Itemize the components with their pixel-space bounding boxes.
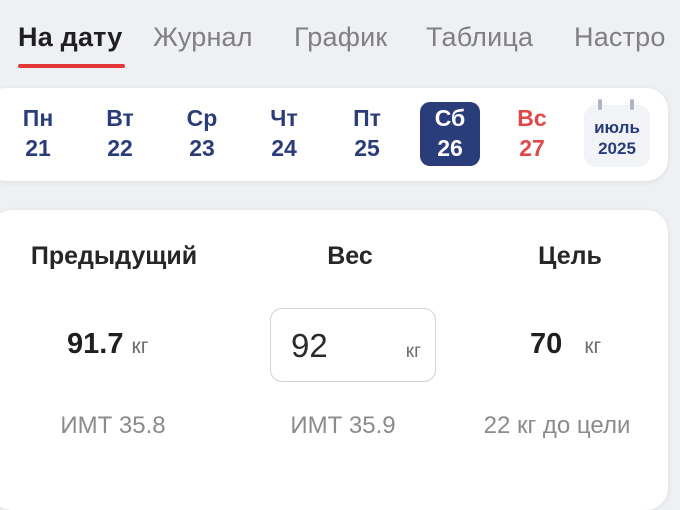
goal-title: Цель — [538, 242, 602, 270]
day-mon[interactable]: Пн 21 — [8, 103, 68, 163]
active-tab-indicator — [18, 64, 125, 68]
weight-input[interactable]: 92 кг — [270, 308, 436, 382]
tab-by-date[interactable]: На дату — [18, 22, 122, 53]
day-wed[interactable]: Ср 23 — [172, 103, 232, 163]
tab-settings[interactable]: Настро — [574, 22, 666, 53]
tab-bar: На дату Журнал График Таблица Настро — [0, 0, 680, 80]
tab-table[interactable]: Таблица — [426, 22, 533, 53]
day-number: 22 — [107, 135, 133, 161]
weight-title: Вес — [327, 242, 373, 270]
day-number: 26 — [437, 135, 463, 161]
tab-chart[interactable]: График — [294, 22, 387, 53]
day-name: Вс — [517, 105, 547, 131]
goal-weight-unit: кг — [584, 335, 602, 358]
day-fri[interactable]: Пт 25 — [337, 103, 397, 163]
weight-card: Предыдущий Вес Цель 91.7 кг 92 кг 70 кг … — [0, 210, 668, 510]
day-sun[interactable]: Вс 27 — [502, 103, 562, 163]
day-name: Вт — [106, 105, 134, 131]
day-sat-selected[interactable]: Сб 26 — [420, 102, 480, 166]
previous-weight-unit: кг — [131, 335, 149, 358]
day-number: 21 — [25, 135, 51, 161]
day-number: 25 — [354, 135, 380, 161]
goal-weight-value: 70 — [530, 328, 563, 360]
day-name: Чт — [270, 105, 298, 131]
day-thu[interactable]: Чт 24 — [254, 103, 314, 163]
previous-title: Предыдущий — [30, 242, 198, 270]
goal-remaining: 22 кг до цели — [483, 412, 631, 439]
previous-weight-value: 91.7 — [67, 328, 124, 360]
day-tue[interactable]: Вт 22 — [90, 103, 150, 163]
day-name: Ср — [186, 105, 218, 131]
previous-weight: 91.7 кг — [67, 328, 148, 361]
previous-bmi: ИМТ 35.8 — [60, 412, 166, 439]
goal-weight[interactable]: 70 кг — [530, 328, 601, 361]
tab-journal[interactable]: Журнал — [153, 22, 253, 53]
day-number: 24 — [271, 135, 297, 161]
month-name: июль — [594, 118, 640, 137]
month-picker-button[interactable]: июль 2025 — [584, 99, 650, 167]
month-year: 2025 — [598, 139, 636, 158]
week-strip: Пн 21 Вт 22 Ср 23 Чт 24 Пт 25 Сб 26 Вс 2… — [0, 88, 668, 181]
day-name: Пн — [22, 105, 54, 131]
calendar-icon — [584, 99, 650, 110]
day-name: Пт — [353, 105, 381, 131]
weight-input-unit: кг — [405, 341, 421, 362]
current-bmi: ИМТ 35.9 — [290, 412, 396, 439]
day-number: 23 — [189, 135, 215, 161]
weight-input-value: 92 — [291, 327, 328, 364]
day-number: 27 — [519, 135, 545, 161]
day-name: Сб — [434, 105, 466, 131]
